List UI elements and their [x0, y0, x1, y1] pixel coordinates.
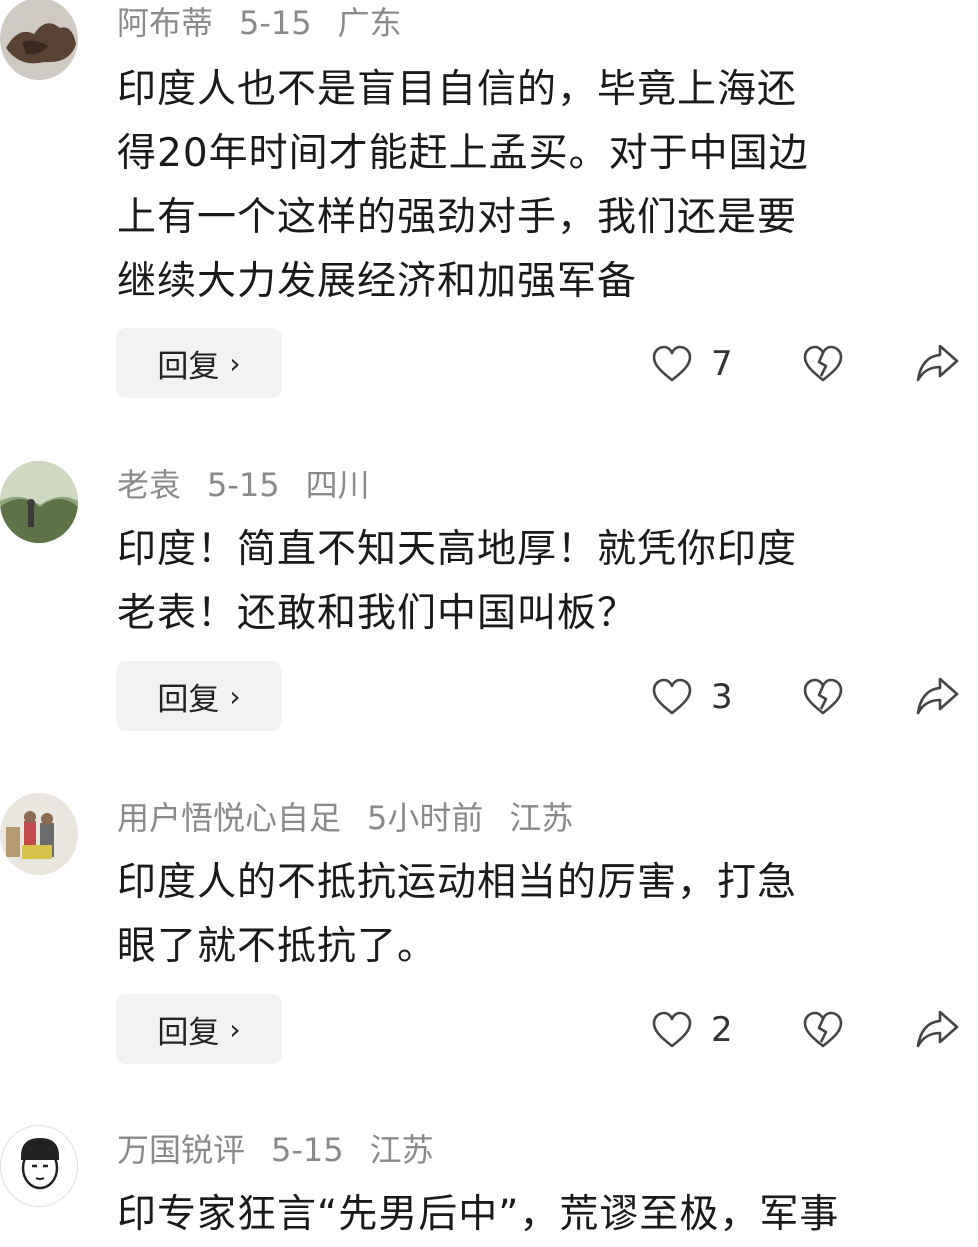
broken-heart-icon[interactable]: [802, 677, 844, 717]
avatar-photo-icon: [0, 0, 78, 80]
heart-icon[interactable]: [651, 344, 693, 384]
user-avatar[interactable]: [0, 793, 78, 875]
comment-text: 印度人也不是盲目自信的，毕竟上海还 得20年时间才能赶上孟买。对于中国边 上有一…: [117, 67, 809, 304]
username[interactable]: 老袁: [117, 466, 181, 504]
comment-meta: 用户悟悦心自足 5小时前 江苏: [117, 798, 599, 838]
chevron-right-icon: ›: [229, 679, 241, 713]
reply-button[interactable]: 回复 ›: [116, 994, 282, 1064]
comment-location: 江苏: [509, 799, 574, 837]
username[interactable]: 万国锐评: [117, 1131, 245, 1169]
reply-label: 回复: [157, 348, 220, 385]
comment-meta: 万国锐评 5-15 江苏: [117, 1130, 460, 1170]
user-avatar[interactable]: [0, 0, 78, 80]
user-avatar[interactable]: [0, 1125, 78, 1207]
comment-location: 广东: [337, 4, 402, 42]
user-avatar[interactable]: [0, 461, 78, 543]
reply-label: 回复: [157, 1014, 220, 1051]
share-arrow-icon[interactable]: [914, 342, 960, 384]
broken-heart-icon[interactable]: [802, 344, 844, 384]
comment-location: 江苏: [369, 1131, 434, 1169]
comment-date: 5-15: [207, 466, 280, 504]
share-arrow-icon[interactable]: [914, 1008, 960, 1050]
chevron-right-icon: ›: [229, 1012, 241, 1046]
like-count: 7: [711, 344, 733, 384]
heart-icon[interactable]: [651, 1010, 693, 1050]
avatar-photo-icon: [0, 461, 78, 543]
comment-text: 印度！简直不知天高地厚！就凭你印度 老表！还敢和我们中国叫板？: [117, 527, 798, 636]
reply-button[interactable]: 回复 ›: [116, 328, 282, 398]
broken-heart-icon[interactable]: [802, 1010, 844, 1050]
username[interactable]: 用户悟悦心自足: [117, 799, 341, 837]
comment-location: 四川: [305, 466, 370, 504]
reply-label: 回复: [157, 681, 220, 718]
share-arrow-icon[interactable]: [914, 675, 960, 717]
comment-text: 印度人的不抵抗运动相当的厉害，打急 眼了就不抵抗了。: [117, 860, 798, 969]
comment-date: 5小时前: [367, 799, 484, 837]
avatar-cartoon-icon: [1, 1126, 77, 1206]
username[interactable]: 阿布蒂: [117, 4, 213, 42]
like-count: 2: [711, 1010, 733, 1050]
comment-date: 5-15: [271, 1131, 344, 1169]
heart-icon[interactable]: [651, 677, 693, 717]
comment-date: 5-15: [239, 4, 312, 42]
comment-meta: 阿布蒂 5-15 广东: [117, 3, 428, 43]
like-count: 3: [711, 677, 733, 717]
reply-button[interactable]: 回复 ›: [116, 661, 282, 731]
chevron-right-icon: ›: [229, 346, 241, 380]
avatar-photo-icon: [0, 793, 78, 875]
comment-meta: 老袁 5-15 四川: [117, 465, 396, 505]
comment-text: 印专家狂言“先男后中”，荒谬至极，军事: [117, 1192, 840, 1237]
